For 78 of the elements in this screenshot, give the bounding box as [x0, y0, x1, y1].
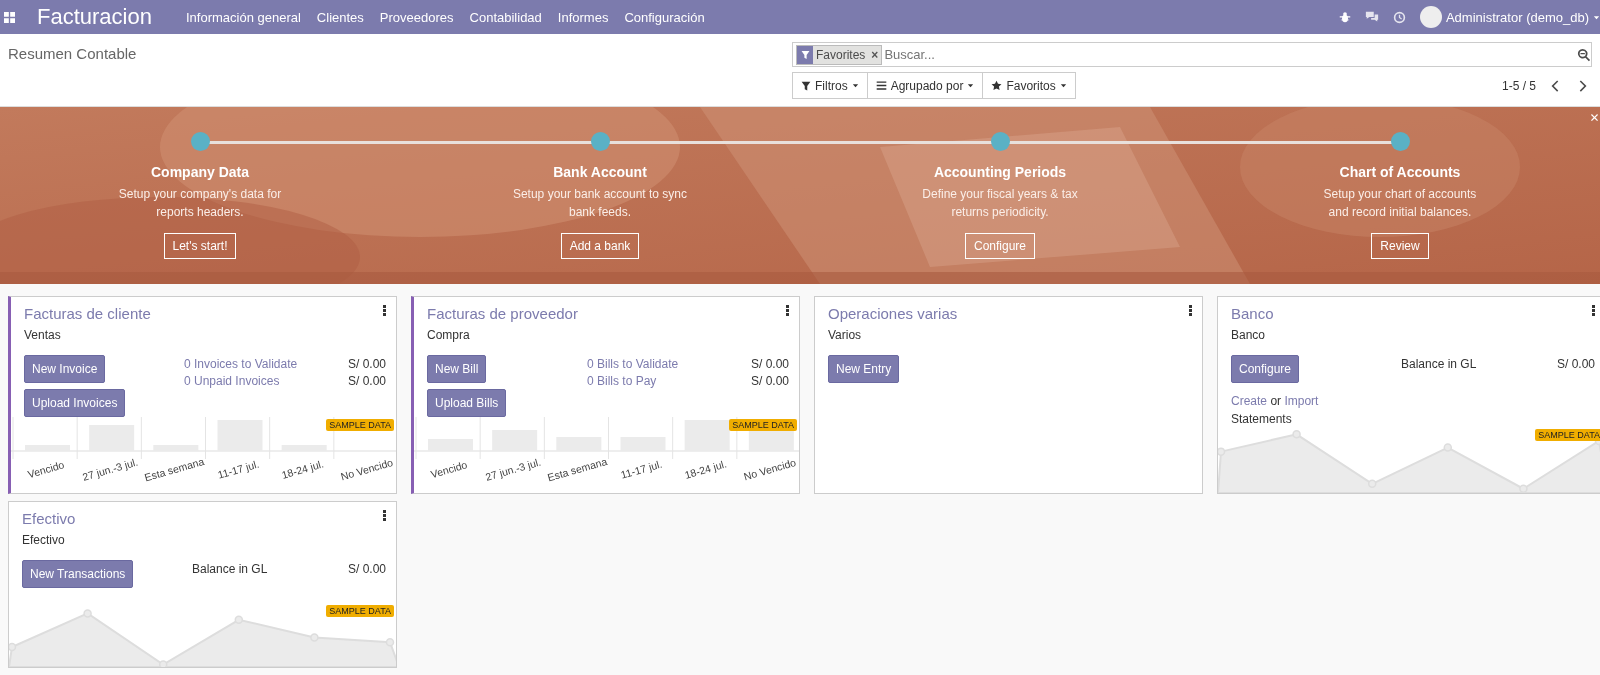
action-button[interactable]: New Entry: [828, 355, 900, 383]
pager-counter: 1-5 / 5: [1501, 78, 1536, 93]
axis-label: Vencido: [429, 458, 469, 481]
step-button[interactable]: Let's start!: [163, 233, 237, 259]
filter-dropdown-button[interactable]: Favoritos: [982, 72, 1076, 99]
statements-text: Statements: [1231, 412, 1293, 426]
axis-label: Esta semana: [143, 454, 206, 484]
action-button[interactable]: Configure: [1231, 355, 1300, 383]
filter-dropdown-button[interactable]: Agrupado por: [866, 72, 984, 99]
menu-item[interactable]: Clientes: [308, 9, 372, 25]
app-title: Facturacion: [37, 4, 152, 30]
step-title: Bank Account: [553, 164, 647, 180]
sample-data-badge: SAMPLE DATA: [326, 419, 394, 431]
filter-dropdown-button[interactable]: Filtros: [792, 72, 868, 99]
step-description: Setup your company's data for reports headers.: [117, 186, 283, 221]
menu-item[interactable]: Proveedores: [371, 9, 462, 25]
axis-label: Esta semana: [546, 454, 609, 484]
action-button[interactable]: Upload Invoices: [24, 389, 126, 417]
menu-item[interactable]: Informes: [549, 9, 617, 25]
axis-label: 18-24 jul.: [683, 457, 728, 481]
sample-data-badge: SAMPLE DATA: [326, 605, 394, 617]
amount-text: S/ 0.00: [347, 357, 386, 371]
menu-item[interactable]: Contabilidad: [461, 9, 550, 25]
action-button[interactable]: New Invoice: [24, 355, 106, 383]
axis-label: No Vencido: [742, 456, 798, 483]
card-title[interactable]: Facturas de cliente: [24, 305, 151, 322]
stat-label: Balance in GL: [1401, 357, 1477, 371]
amount-text: S/ 0.00: [750, 374, 789, 388]
sample-data-badge: SAMPLE DATA: [729, 419, 797, 431]
card-title[interactable]: Efectivo: [22, 510, 76, 527]
step-button[interactable]: Configure: [965, 233, 1035, 259]
sample-data-badge: SAMPLE DATA: [1535, 429, 1600, 441]
remove-facet-button[interactable]: ×: [868, 47, 882, 62]
step-button[interactable]: Review: [1371, 233, 1429, 259]
axis-label: 18-24 jul.: [280, 457, 325, 481]
card-subtitle: Varios: [827, 328, 863, 342]
stat-link[interactable]: 0 Invoices to Validate: [184, 357, 298, 371]
card-subtitle: Banco: [1230, 328, 1267, 342]
create-link[interactable]: Create: [1231, 394, 1268, 408]
stat-link[interactable]: 0 Unpaid Invoices: [184, 374, 280, 388]
stat-label: Balance in GL: [192, 562, 268, 576]
step-title: Accounting Periods: [933, 164, 1067, 180]
action-button[interactable]: New Bill: [427, 355, 487, 383]
import-link[interactable]: Import: [1284, 394, 1319, 408]
card-subtitle: Ventas: [23, 328, 62, 342]
axis-label: 11-17 jul.: [619, 457, 664, 481]
user-menu[interactable]: Administrator (demo_db): [1419, 6, 1600, 28]
action-button[interactable]: New Transactions: [22, 560, 134, 588]
action-button[interactable]: Upload Bills: [427, 389, 507, 417]
menu-item[interactable]: Información general: [177, 9, 309, 25]
amount-text: S/ 0.00: [347, 374, 386, 388]
step-title: Chart of Accounts: [1339, 164, 1461, 180]
card-title[interactable]: Operaciones varias: [828, 305, 958, 322]
card-subtitle: Compra: [426, 328, 471, 342]
step-description: Define your fiscal years & tax returns periodicity.: [921, 186, 1079, 221]
search-field[interactable]: Favorites × Buscar...: [792, 42, 1592, 67]
or-text: or: [1270, 394, 1282, 408]
card-subtitle: Efectivo: [21, 533, 66, 547]
axis-label: 11-17 jul.: [216, 457, 261, 481]
axis-label: 27 jun.-3 jul.: [80, 455, 140, 483]
stat-link[interactable]: 0 Bills to Validate: [587, 357, 679, 371]
step-title: Company Data: [151, 164, 249, 180]
step-button[interactable]: Add a bank: [560, 233, 640, 259]
amount-text: S/ 0.00: [347, 562, 386, 576]
facet-label: Favorites: [815, 47, 867, 62]
card-title[interactable]: Banco: [1231, 305, 1274, 322]
axis-label: Vencido: [26, 458, 66, 481]
breadcrumb-title: Resumen Contable: [8, 45, 137, 64]
amount-text: S/ 0.00: [750, 357, 789, 371]
step-description: Setup your chart of accounts and record initial balances.: [1322, 186, 1478, 221]
step-description: Setup your bank account to sync bank feeds.: [512, 186, 688, 221]
axis-label: 27 jun.-3 jul.: [483, 455, 543, 483]
amount-text: S/ 0.00: [1556, 357, 1595, 371]
search-facet[interactable]: Favorites ×: [796, 44, 883, 65]
menu-item[interactable]: Configuración: [616, 9, 713, 25]
stat-link[interactable]: 0 Bills to Pay: [587, 374, 657, 388]
card-title[interactable]: Facturas de proveedor: [427, 305, 578, 322]
axis-label: No Vencido: [339, 456, 395, 483]
